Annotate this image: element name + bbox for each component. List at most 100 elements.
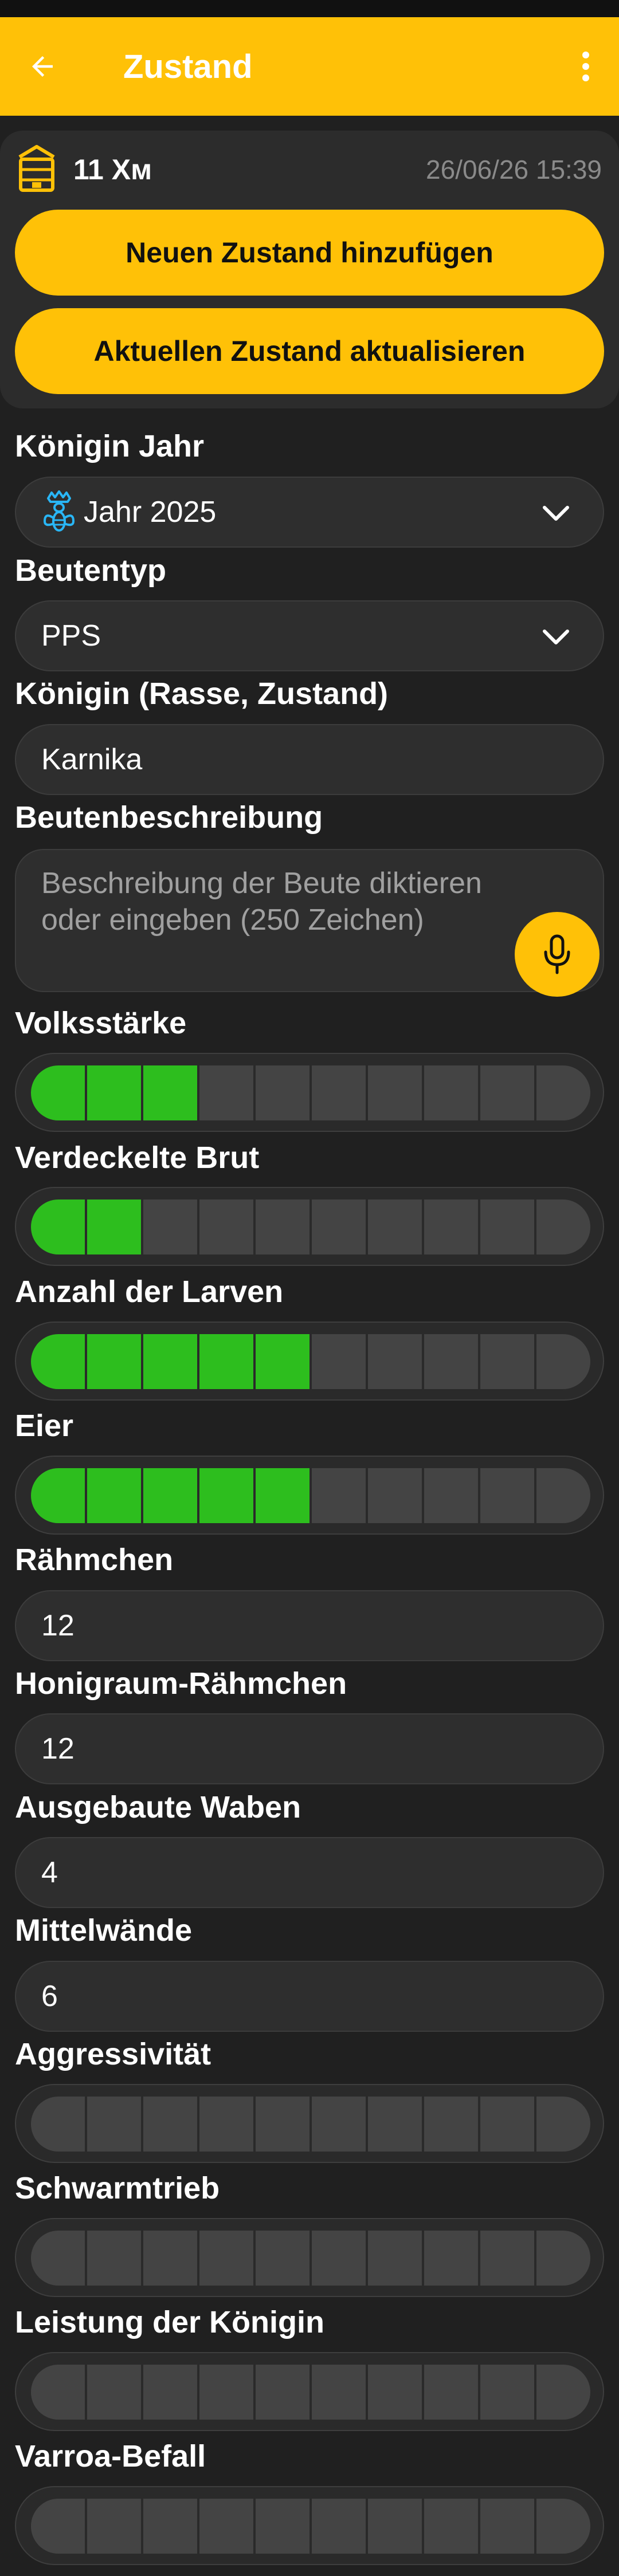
meter-segment[interactable] (424, 1334, 478, 1389)
hive-description-input[interactable]: Beschreibung der Beute diktieren oder ei… (15, 849, 604, 992)
meter-segment[interactable] (424, 1065, 478, 1120)
meter-segment[interactable] (536, 1199, 590, 1254)
meter-segment[interactable] (424, 2365, 478, 2420)
meter-segment[interactable] (424, 2097, 478, 2152)
meter-segment[interactable] (312, 2231, 366, 2286)
meter-segment[interactable] (87, 1199, 141, 1254)
meter-segment[interactable] (368, 2231, 422, 2286)
meter-segment[interactable] (536, 2365, 590, 2420)
meter-segment[interactable] (87, 2365, 141, 2420)
meter-segment[interactable] (31, 2097, 85, 2152)
meter-segment[interactable] (31, 2231, 85, 2286)
meter-segment[interactable] (368, 1199, 422, 1254)
meter-segment[interactable] (312, 2365, 366, 2420)
meter-segment[interactable] (87, 1468, 141, 1523)
meter-segment[interactable] (312, 1334, 366, 1389)
meter-segment[interactable] (256, 2231, 310, 2286)
meter-segment[interactable] (143, 2365, 197, 2420)
meter-segment[interactable] (256, 1199, 310, 1254)
meter-segment[interactable] (87, 2097, 141, 2152)
meter-segment[interactable] (536, 2231, 590, 2286)
meter-segment[interactable] (368, 1065, 422, 1120)
meter-segment[interactable] (256, 1468, 310, 1523)
meter-segment[interactable] (480, 2097, 534, 2152)
meter-segment[interactable] (256, 2097, 310, 2152)
meter-segment[interactable] (480, 2499, 534, 2554)
meter-segment[interactable] (199, 1334, 253, 1389)
meter-segment[interactable] (536, 1334, 590, 1389)
eggs-meter[interactable] (15, 1456, 604, 1535)
meter-segment[interactable] (143, 1468, 197, 1523)
meter-segment[interactable] (312, 2499, 366, 2554)
meter-segment[interactable] (536, 2097, 590, 2152)
built-combs-input[interactable]: 4 (15, 1837, 604, 1908)
meter-segment[interactable] (256, 1065, 310, 1120)
meter-segment[interactable] (199, 1065, 253, 1120)
meter-segment[interactable] (480, 1065, 534, 1120)
back-arrow-icon[interactable] (25, 49, 60, 84)
more-vert-icon[interactable] (575, 49, 596, 84)
meter-segment[interactable] (143, 2097, 197, 2152)
meter-segment[interactable] (312, 1065, 366, 1120)
meter-segment[interactable] (480, 2231, 534, 2286)
meter-segment[interactable] (199, 1468, 253, 1523)
add-state-button[interactable]: Neuen Zustand hinzufügen (15, 210, 604, 296)
meter-segment[interactable] (143, 1199, 197, 1254)
meter-segment[interactable] (87, 2231, 141, 2286)
meter-segment[interactable] (199, 2231, 253, 2286)
meter-segment[interactable] (31, 1199, 85, 1254)
meter-segment[interactable] (424, 2231, 478, 2286)
meter-segment[interactable] (199, 1199, 253, 1254)
meter-segment[interactable] (256, 2499, 310, 2554)
meter-segment[interactable] (312, 2097, 366, 2152)
varroa-meter[interactable] (15, 2486, 604, 2565)
meter-segment[interactable] (199, 2097, 253, 2152)
meter-segment[interactable] (536, 1065, 590, 1120)
meter-segment[interactable] (424, 1199, 478, 1254)
meter-segment[interactable] (368, 2499, 422, 2554)
meter-segment[interactable] (368, 2365, 422, 2420)
meter-segment[interactable] (312, 1199, 366, 1254)
mic-button[interactable] (515, 912, 600, 997)
meter-segment[interactable] (87, 2499, 141, 2554)
meter-segment[interactable] (480, 1334, 534, 1389)
meter-segment[interactable] (256, 1334, 310, 1389)
capped-brood-meter[interactable] (15, 1187, 604, 1266)
hive-type-select[interactable]: PPS (15, 600, 604, 671)
queen-year-select[interactable]: Jahr 2025 (15, 477, 604, 548)
meter-segment[interactable] (312, 1468, 366, 1523)
aggressiveness-meter[interactable] (15, 2084, 604, 2163)
meter-segment[interactable] (480, 2365, 534, 2420)
meter-segment[interactable] (31, 1065, 85, 1120)
meter-segment[interactable] (480, 1468, 534, 1523)
meter-segment[interactable] (31, 1334, 85, 1389)
meter-segment[interactable] (368, 1334, 422, 1389)
meter-segment[interactable] (368, 1468, 422, 1523)
meter-segment[interactable] (199, 2499, 253, 2554)
foundations-input[interactable]: 6 (15, 1961, 604, 2032)
meter-segment[interactable] (143, 1065, 197, 1120)
frames-input[interactable]: 12 (15, 1590, 604, 1661)
swarm-drive-meter[interactable] (15, 2218, 604, 2297)
meter-segment[interactable] (368, 2097, 422, 2152)
meter-segment[interactable] (143, 2499, 197, 2554)
meter-segment[interactable] (31, 2499, 85, 2554)
update-state-button[interactable]: Aktuellen Zustand aktualisieren (15, 308, 604, 394)
meter-segment[interactable] (31, 2365, 85, 2420)
meter-segment[interactable] (424, 2499, 478, 2554)
queen-performance-meter[interactable] (15, 2352, 604, 2431)
colony-strength-meter[interactable] (15, 1053, 604, 1132)
meter-segment[interactable] (480, 1199, 534, 1254)
meter-segment[interactable] (87, 1065, 141, 1120)
meter-segment[interactable] (87, 1334, 141, 1389)
meter-segment[interactable] (256, 2365, 310, 2420)
meter-segment[interactable] (143, 1334, 197, 1389)
meter-segment[interactable] (31, 1468, 85, 1523)
meter-segment[interactable] (536, 1468, 590, 1523)
queen-race-input[interactable]: Karnika (15, 724, 604, 795)
larvae-meter[interactable] (15, 1322, 604, 1401)
meter-segment[interactable] (536, 2499, 590, 2554)
meter-segment[interactable] (424, 1468, 478, 1523)
honey-frames-input[interactable]: 12 (15, 1713, 604, 1784)
meter-segment[interactable] (199, 2365, 253, 2420)
